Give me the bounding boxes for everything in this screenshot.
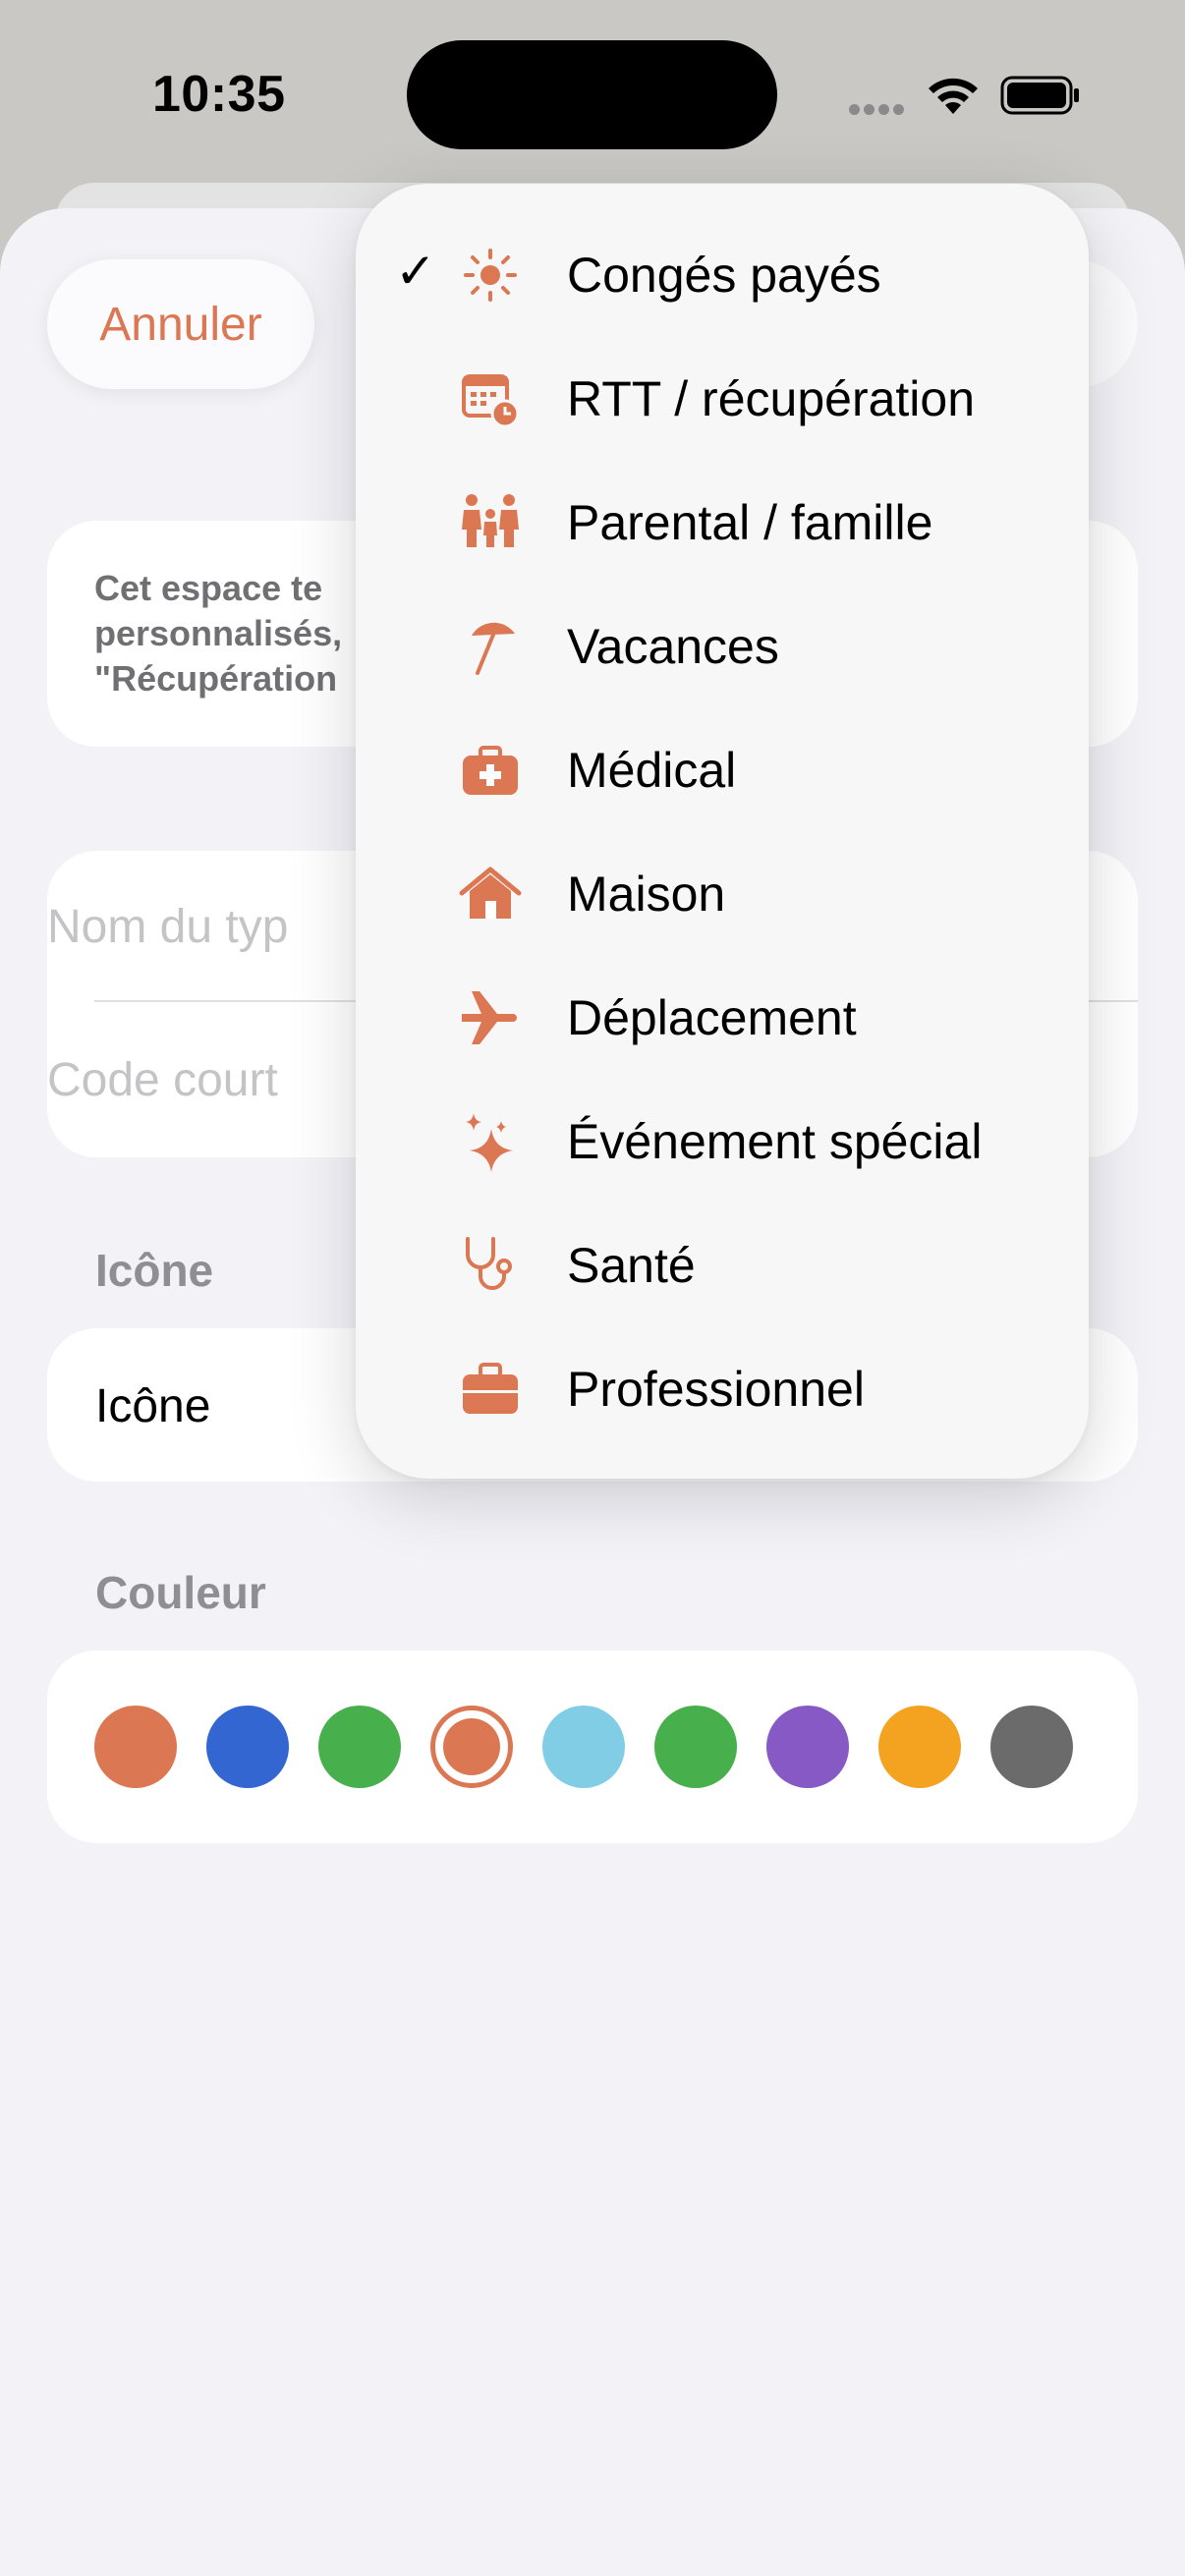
house-icon [459,867,522,919]
beach-umbrella-icon [472,622,515,675]
stethoscope-icon [466,1237,512,1290]
menu-item-parental[interactable]: Parental / famille [356,461,1089,585]
family-icon [462,494,519,547]
menu-item-evenement-special[interactable]: Événement spécial [356,1080,1089,1204]
color-swatch[interactable] [654,1706,737,1788]
color-swatch[interactable] [206,1706,289,1788]
menu-item-rtt[interactable]: RTT / récupération [356,337,1089,461]
icon-picker-label: Icône [95,1380,211,1432]
icon-menu: ✓ Congés payés RTT / récupération Parent… [356,184,1089,1479]
dynamic-island [407,40,777,149]
menu-item-label: Événement spécial [567,1114,983,1169]
menu-item-vacances[interactable]: Vacances [356,585,1089,708]
icon-section-header: Icône [95,1245,214,1296]
status-time: 10:35 [152,66,286,123]
battery-icon [1000,76,1079,115]
color-swatch[interactable] [318,1706,401,1788]
short-code-field[interactable]: Code court [47,1053,278,1107]
menu-item-label: RTT / récupération [567,371,976,426]
menu-item-label: Santé [567,1238,696,1293]
menu-item-sante[interactable]: Santé [356,1204,1089,1327]
menu-item-label: Congés payés [567,248,881,303]
sun-icon [464,249,517,302]
menu-item-professionnel[interactable]: Professionnel [356,1327,1089,1451]
menu-item-label: Médical [567,743,737,798]
airplane-icon [462,991,517,1044]
color-section-header: Couleur [95,1567,266,1618]
color-swatch[interactable] [94,1706,177,1788]
color-swatch[interactable] [542,1706,625,1788]
menu-item-label: Vacances [567,619,779,674]
menu-item-maison[interactable]: Maison [356,832,1089,956]
calendar-clock-icon [462,374,520,428]
menu-item-label: Parental / famille [567,495,933,550]
cellular-signal-icon [849,102,908,120]
color-swatch[interactable] [766,1706,849,1788]
color-swatch[interactable] [430,1706,513,1788]
menu-item-medical[interactable]: Médical [356,708,1089,832]
menu-item-conges-payes[interactable]: ✓ Congés payés [356,213,1089,337]
type-name-field[interactable]: Nom du typ [47,900,288,954]
checkmark-icon: ✓ [395,244,436,299]
sparkles-icon [466,1113,513,1172]
menu-item-label: Professionnel [567,1362,865,1417]
color-swatch[interactable] [990,1706,1073,1788]
color-swatch[interactable] [878,1706,961,1788]
menu-item-label: Maison [567,867,726,922]
cancel-button[interactable]: Annuler [47,259,314,389]
briefcase-icon [463,1363,518,1414]
medical-kit-icon [463,746,518,795]
wifi-icon [929,78,978,114]
menu-item-deplacement[interactable]: Déplacement [356,956,1089,1080]
menu-item-label: Déplacement [567,990,857,1045]
